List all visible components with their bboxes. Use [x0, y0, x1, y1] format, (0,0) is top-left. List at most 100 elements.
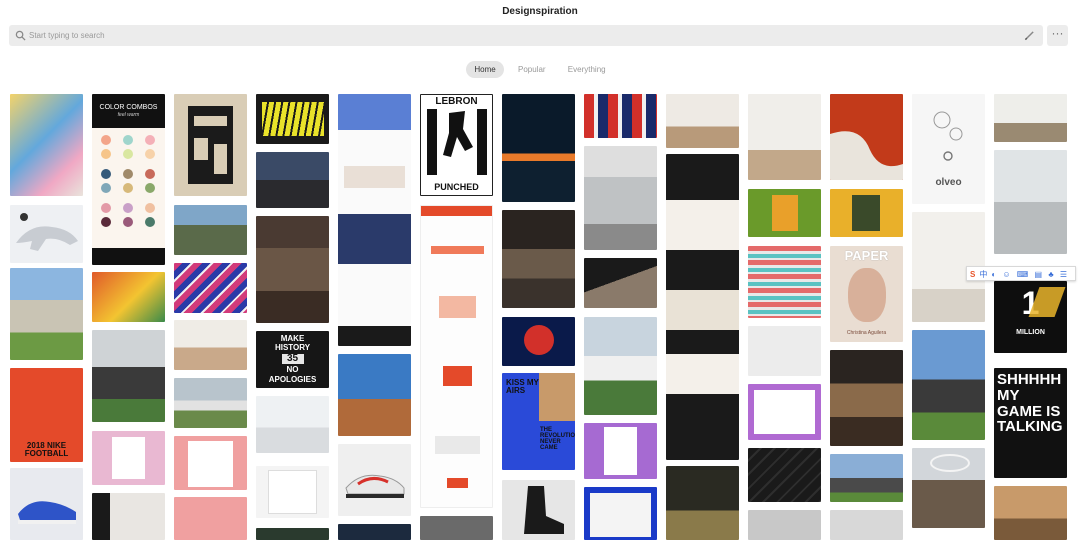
- grid-image[interactable]: [584, 423, 657, 479]
- grid-image[interactable]: [256, 152, 329, 208]
- grid-image[interactable]: [748, 510, 821, 540]
- grid-image[interactable]: [748, 189, 821, 237]
- website-mockup: [421, 206, 492, 216]
- document-page: [188, 441, 233, 487]
- grid-image[interactable]: [92, 493, 165, 540]
- grid-image[interactable]: [912, 330, 985, 440]
- document-page: [754, 390, 815, 434]
- panther-illustration: [16, 213, 78, 251]
- grid-image[interactable]: [830, 350, 903, 446]
- grid-image[interactable]: SHHHHH MY GAME IS TALKING: [994, 368, 1067, 478]
- grid-image[interactable]: olveo: [912, 94, 985, 204]
- grid-image[interactable]: [256, 216, 329, 323]
- grid-image[interactable]: [994, 486, 1067, 540]
- grid-image[interactable]: [10, 205, 83, 263]
- grid-image[interactable]: [502, 480, 575, 540]
- grid-image[interactable]: 1 MILLION: [994, 281, 1067, 353]
- grid-image[interactable]: [174, 378, 247, 428]
- grid-image[interactable]: [666, 94, 739, 148]
- grid-image[interactable]: [256, 528, 329, 540]
- poster-line: APOLOGIES: [268, 375, 317, 384]
- grid-image[interactable]: MAKE HISTORY 35 NO APOLOGIES: [256, 331, 329, 388]
- grid-image[interactable]: [584, 258, 657, 308]
- grid-image[interactable]: [256, 396, 329, 453]
- grid-image[interactable]: [748, 448, 821, 502]
- boot-illustration: [524, 486, 564, 534]
- grid-image[interactable]: [174, 320, 247, 370]
- grid-image[interactable]: [92, 330, 165, 422]
- grid-image[interactable]: [256, 94, 329, 144]
- athlete-illustration: [427, 109, 487, 175]
- grid-image[interactable]: [338, 354, 411, 436]
- landscape-art: [830, 131, 903, 180]
- grid-image[interactable]: [174, 436, 247, 490]
- pen-icon[interactable]: [1024, 30, 1035, 41]
- grid-image[interactable]: [174, 497, 247, 540]
- title-bar: Designspiration: [0, 0, 1080, 24]
- grid-image[interactable]: [584, 146, 657, 250]
- grid-image[interactable]: [256, 466, 329, 518]
- poster-bottom-text: PUNCHED: [434, 182, 479, 192]
- sneaker-illustration: [18, 501, 76, 524]
- search-input[interactable]: [29, 27, 1009, 44]
- website-mockup: [666, 200, 739, 250]
- grid-image[interactable]: [338, 524, 411, 540]
- grid-image[interactable]: [420, 516, 493, 540]
- poster-label: MILLION: [1016, 329, 1045, 336]
- grid-image[interactable]: [92, 431, 165, 485]
- grid-image[interactable]: [584, 487, 657, 540]
- grid-image[interactable]: COLOR COMBOS feel warm: [92, 94, 165, 265]
- grid-image[interactable]: [92, 272, 165, 322]
- ime-language-toggle[interactable]: 中: [979, 270, 987, 279]
- grid-image[interactable]: [420, 205, 493, 508]
- grid-image[interactable]: [748, 384, 821, 440]
- grid-image[interactable]: PAPER Christina Aguilera: [830, 246, 903, 342]
- poster-art: [262, 102, 324, 136]
- grid-image[interactable]: [748, 246, 821, 318]
- website-mockup: [431, 246, 484, 254]
- website-mockup: [439, 296, 476, 318]
- grid-image[interactable]: [10, 94, 83, 196]
- grid-image[interactable]: [584, 94, 657, 138]
- grid-image[interactable]: [10, 468, 83, 540]
- grid-image[interactable]: [584, 317, 657, 415]
- grid-image[interactable]: [830, 510, 903, 540]
- tab-popular[interactable]: Popular: [510, 61, 554, 78]
- grid-image[interactable]: 2018 NIKE FOOTBALL: [10, 368, 83, 462]
- book-cover: [852, 195, 880, 231]
- book-cover: [772, 195, 798, 231]
- website-mockup: [666, 354, 739, 394]
- grid-image[interactable]: LEBRON PUNCHED: [420, 94, 493, 196]
- grid-image[interactable]: [748, 94, 821, 180]
- grid-image[interactable]: [912, 448, 985, 528]
- grid-image[interactable]: [10, 268, 83, 360]
- grid-image[interactable]: [502, 317, 575, 366]
- feed-tabs: Home Popular Everything: [0, 61, 1080, 78]
- poster-line: HISTORY: [274, 343, 311, 352]
- grid-image[interactable]: [174, 263, 247, 313]
- grid-image[interactable]: [830, 454, 903, 502]
- grid-image[interactable]: KISS MY AIRS THE REVOLUTION NEVER CAME: [502, 373, 575, 470]
- grid-image[interactable]: [338, 94, 411, 346]
- grid-image[interactable]: [666, 154, 739, 460]
- grid-image[interactable]: [338, 444, 411, 516]
- website-mockup: [443, 366, 472, 386]
- ime-toolbar[interactable]: S 中 ◐ ☺ ⌨ ▤ ♣ ☰: [966, 266, 1076, 281]
- grid-image[interactable]: [174, 205, 247, 255]
- grid-image[interactable]: [748, 326, 821, 376]
- grid-image[interactable]: [502, 210, 575, 308]
- ime-tools-icon[interactable]: ◐ ☺ ⌨ ▤ ♣ ☰: [991, 270, 1069, 279]
- logo-wordmark: olveo: [935, 177, 962, 188]
- poster-text: KISS MY AIRS: [506, 378, 539, 395]
- grid-image[interactable]: [174, 94, 247, 196]
- tab-everything[interactable]: Everything: [560, 61, 614, 78]
- grid-image[interactable]: [830, 189, 903, 237]
- grid-image[interactable]: [666, 466, 739, 540]
- more-button[interactable]: ···: [1047, 25, 1068, 46]
- grid-image[interactable]: [994, 150, 1067, 254]
- tab-home[interactable]: Home: [466, 61, 504, 78]
- search-bar[interactable]: [9, 25, 1043, 46]
- grid-image[interactable]: [994, 94, 1067, 142]
- grid-image[interactable]: [830, 94, 903, 180]
- grid-image[interactable]: [502, 94, 575, 202]
